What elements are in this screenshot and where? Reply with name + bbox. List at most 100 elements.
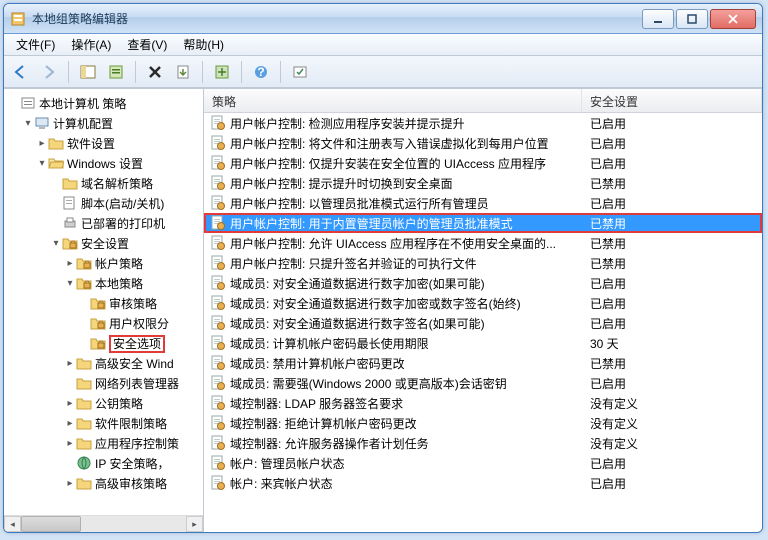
policy-row[interactable]: 域成员: 对安全通道数据进行数字加密或数字签名(始终)已启用 (204, 293, 762, 313)
tree-view[interactable]: 本地计算机 策略▾计算机配置▸软件设置▾Windows 设置域名解析策略脚本(启… (4, 89, 203, 515)
list-header[interactable]: 策略 安全设置 (204, 89, 762, 113)
policy-row[interactable]: 用户帐户控制: 以管理员批准模式运行所有管理员已启用 (204, 193, 762, 213)
separator (68, 61, 69, 83)
column-setting[interactable]: 安全设置 (582, 89, 762, 112)
policy-row[interactable]: 帐户: 管理员帐户状态已启用 (204, 453, 762, 473)
tree-item[interactable]: 域名解析策略 (4, 173, 203, 193)
scroll-left-arrow[interactable]: ◂ (4, 516, 21, 532)
expander-icon[interactable]: ▸ (64, 418, 76, 429)
policy-row[interactable]: 域控制器: 拒绝计算机帐户密码更改没有定义 (204, 413, 762, 433)
expander-icon[interactable]: ▸ (64, 358, 76, 369)
policy-row[interactable]: 域控制器: LDAP 服务器签名要求没有定义 (204, 393, 762, 413)
policy-icon (210, 315, 226, 331)
tree-item[interactable]: ▾Windows 设置 (4, 153, 203, 173)
policy-row[interactable]: 域成员: 禁用计算机帐户密码更改已禁用 (204, 353, 762, 373)
delete-button[interactable] (142, 59, 168, 85)
properties-button[interactable] (103, 59, 129, 85)
toolbar: ? (4, 56, 762, 88)
titlebar[interactable]: 本地组策略编辑器 (4, 4, 762, 34)
policy-row[interactable]: 域控制器: 允许服务器操作者计划任务没有定义 (204, 433, 762, 453)
tree-item[interactable]: ▸高级安全 Wind (4, 353, 203, 373)
tree-item[interactable]: ▸应用程序控制策 (4, 433, 203, 453)
tree-item[interactable]: 网络列表管理器 (4, 373, 203, 393)
expander-icon[interactable]: ▸ (36, 138, 48, 149)
tree-icon (76, 375, 92, 391)
policy-row[interactable]: 用户帐户控制: 检测应用程序安装并提示提升已启用 (204, 113, 762, 133)
tree-item[interactable]: 本地计算机 策略 (4, 93, 203, 113)
expander-icon[interactable]: ▸ (64, 438, 76, 449)
policy-value: 已启用 (582, 295, 762, 312)
policy-row[interactable]: 用户帐户控制: 只提升签名并验证的可执行文件已禁用 (204, 253, 762, 273)
tree-label: 网络列表管理器 (95, 375, 179, 392)
close-button[interactable] (710, 9, 756, 29)
tree-item[interactable]: ▸软件设置 (4, 133, 203, 153)
content-split: 本地计算机 策略▾计算机配置▸软件设置▾Windows 设置域名解析策略脚本(启… (4, 88, 762, 532)
help-button[interactable]: ? (248, 59, 274, 85)
policy-name: 帐户: 管理员帐户状态 (230, 455, 345, 472)
menu-view[interactable]: 查看(V) (119, 34, 175, 55)
tree-item[interactable]: ▾计算机配置 (4, 113, 203, 133)
column-policy[interactable]: 策略 (204, 89, 582, 112)
policy-row[interactable]: 域成员: 计算机帐户密码最长使用期限 30 天 (204, 333, 762, 353)
export-button[interactable] (170, 59, 196, 85)
expander-icon[interactable]: ▾ (36, 158, 48, 169)
policy-row[interactable]: 用户帐户控制: 提示提升时切换到安全桌面已禁用 (204, 173, 762, 193)
forward-button[interactable] (36, 59, 62, 85)
tree-icon (76, 475, 92, 491)
expander-icon[interactable]: ▸ (64, 398, 76, 409)
separator (135, 61, 136, 83)
policy-value: 30 天 (582, 335, 762, 352)
tree-item[interactable]: ▸公钥策略 (4, 393, 203, 413)
minimize-button[interactable] (642, 9, 674, 29)
tree-item[interactable]: 安全选项 (4, 333, 203, 353)
tree-item[interactable]: 审核策略 (4, 293, 203, 313)
expander-icon[interactable]: ▾ (50, 238, 62, 249)
policy-list[interactable]: 用户帐户控制: 检测应用程序安装并提示提升已启用用户帐户控制: 将文件和注册表写… (204, 113, 762, 532)
menu-file[interactable]: 文件(F) (8, 34, 63, 55)
tree-icon (76, 275, 92, 291)
tree-label: 用户权限分 (109, 315, 169, 332)
policy-name: 用户帐户控制: 以管理员批准模式运行所有管理员 (230, 195, 489, 212)
policy-row[interactable]: 用户帐户控制: 仅提升安装在安全位置的 UIAccess 应用程序已启用 (204, 153, 762, 173)
tree-item[interactable]: ▸ 高级审核策略 (4, 473, 203, 493)
policy-row[interactable]: 域成员: 需要强(Windows 2000 或更高版本)会话密钥已启用 (204, 373, 762, 393)
tree-item[interactable]: ▾安全设置 (4, 233, 203, 253)
refresh-button[interactable] (209, 59, 235, 85)
policy-row[interactable]: 帐户: 来宾帐户状态已启用 (204, 473, 762, 493)
policy-icon (210, 255, 226, 271)
tree-icon (76, 395, 92, 411)
policy-row[interactable]: 域成员: 对安全通道数据进行数字签名(如果可能)已启用 (204, 313, 762, 333)
action-button[interactable] (287, 59, 313, 85)
policy-name: 域成员: 需要强(Windows 2000 或更高版本)会话密钥 (230, 375, 507, 392)
menu-action[interactable]: 操作(A) (63, 34, 119, 55)
scroll-thumb[interactable] (21, 516, 81, 532)
policy-name: 用户帐户控制: 检测应用程序安装并提示提升 (230, 115, 465, 132)
policy-row[interactable]: 用户帐户控制: 将文件和注册表写入错误虚拟化到每用户位置已启用 (204, 133, 762, 153)
policy-value: 已禁用 (582, 215, 762, 232)
policy-row[interactable]: 用户帐户控制: 允许 UIAccess 应用程序在不使用安全桌面的...已禁用 (204, 233, 762, 253)
tree-item[interactable]: 已部署的打印机 (4, 213, 203, 233)
tree-label: 高级审核策略 (95, 475, 167, 492)
policy-row[interactable]: 域成员: 对安全通道数据进行数字加密(如果可能)已启用 (204, 273, 762, 293)
tree-item[interactable]: 用户权限分 (4, 313, 203, 333)
expander-icon[interactable]: ▾ (64, 278, 76, 289)
policy-name: 域控制器: 允许服务器操作者计划任务 (230, 435, 429, 452)
tree-item[interactable]: ▾本地策略 (4, 273, 203, 293)
expander-icon[interactable]: ▸ (64, 478, 76, 489)
scroll-right-arrow[interactable]: ▸ (186, 516, 203, 532)
expander-icon[interactable]: ▸ (64, 258, 76, 269)
expander-icon[interactable]: ▾ (22, 118, 34, 129)
tree-item[interactable]: IP 安全策略， (4, 453, 203, 473)
back-button[interactable] (8, 59, 34, 85)
show-hide-tree-button[interactable] (75, 59, 101, 85)
policy-name: 域成员: 计算机帐户密码最长使用期限 (230, 335, 429, 352)
policy-name: 用户帐户控制: 将文件和注册表写入错误虚拟化到每用户位置 (230, 135, 549, 152)
menu-help[interactable]: 帮助(H) (175, 34, 232, 55)
tree-label: IP 安全策略， (95, 455, 169, 472)
maximize-button[interactable] (676, 9, 708, 29)
tree-item[interactable]: ▸软件限制策略 (4, 413, 203, 433)
horizontal-scrollbar[interactable]: ◂ ▸ (4, 515, 203, 532)
tree-item[interactable]: 脚本(启动/关机) (4, 193, 203, 213)
tree-item[interactable]: ▸帐户策略 (4, 253, 203, 273)
policy-row[interactable]: 用户帐户控制: 用于内置管理员帐户的管理员批准模式已禁用 (204, 213, 762, 233)
